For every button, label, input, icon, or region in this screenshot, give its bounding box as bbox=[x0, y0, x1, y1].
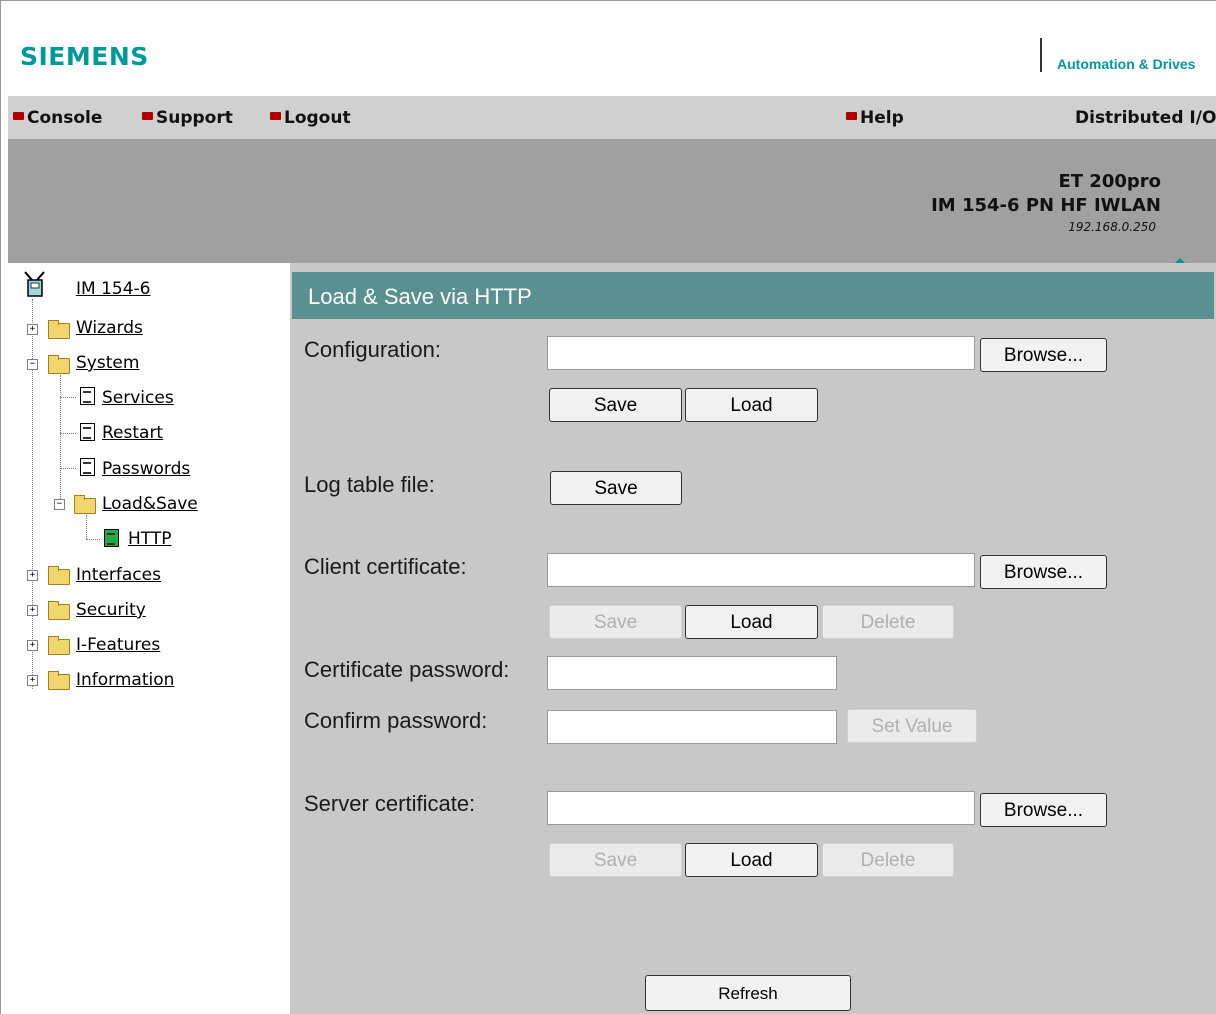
tree-item-root[interactable]: IM 154-6 bbox=[76, 279, 150, 303]
configuration-label: Configuration: bbox=[304, 337, 441, 362]
device-ip: 192.168.0.250 bbox=[1068, 220, 1156, 234]
bullet-icon bbox=[270, 112, 281, 120]
expand-icon[interactable]: + bbox=[27, 570, 38, 581]
menu-section-title: Distributed I/O bbox=[1075, 108, 1216, 128]
server-certificate-save-button[interactable]: Save bbox=[549, 843, 682, 877]
tree-line bbox=[86, 539, 100, 540]
client-certificate-save-button[interactable]: Save bbox=[549, 605, 682, 639]
tree-line bbox=[60, 397, 76, 398]
menu-support[interactable]: Support bbox=[142, 108, 233, 128]
configuration-browse-button[interactable]: Browse... bbox=[980, 338, 1107, 372]
product-model: IM 154-6 PN HF IWLAN bbox=[931, 195, 1161, 216]
product-name: ET 200pro bbox=[1058, 171, 1161, 192]
tree-item-loadsave[interactable]: Load&Save bbox=[102, 494, 198, 518]
top-menu-bar: Console Support Logout Help Distributed … bbox=[8, 96, 1216, 139]
tree-item-services[interactable]: Services bbox=[102, 388, 174, 412]
tree-item-interfaces[interactable]: Interfaces bbox=[76, 565, 161, 589]
tree-line bbox=[32, 299, 33, 689]
expand-icon[interactable]: + bbox=[27, 324, 38, 335]
document-icon bbox=[80, 458, 95, 476]
client-certificate-file-input[interactable] bbox=[547, 553, 975, 587]
configuration-save-button[interactable]: Save bbox=[549, 388, 682, 422]
tree-item-http[interactable]: HTTP bbox=[128, 529, 172, 553]
document-selected-icon bbox=[104, 529, 119, 547]
content-panel: Load & Save via HTTP Configuration: Brow… bbox=[290, 263, 1216, 1014]
antenna-device-icon bbox=[24, 271, 45, 297]
confirm-password-input[interactable] bbox=[547, 710, 837, 744]
configuration-load-button[interactable]: Load bbox=[685, 388, 818, 422]
server-certificate-label: Server certificate: bbox=[304, 791, 476, 816]
folder-icon bbox=[48, 671, 70, 690]
server-certificate-file-input[interactable] bbox=[547, 791, 975, 825]
client-certificate-delete-button[interactable]: Delete bbox=[822, 605, 954, 639]
server-certificate-delete-button[interactable]: Delete bbox=[822, 843, 954, 877]
client-certificate-load-button[interactable]: Load bbox=[685, 605, 818, 639]
bullet-icon bbox=[142, 112, 153, 120]
header-divider bbox=[1040, 38, 1042, 72]
server-certificate-load-button[interactable]: Load bbox=[685, 843, 818, 877]
tree-item-passwords[interactable]: Passwords bbox=[102, 459, 190, 483]
menu-console[interactable]: Console bbox=[13, 108, 102, 128]
expand-icon[interactable]: + bbox=[27, 675, 38, 686]
tree-item-security[interactable]: Security bbox=[76, 600, 146, 624]
collapse-icon[interactable]: − bbox=[54, 499, 65, 510]
menu-logout[interactable]: Logout bbox=[270, 108, 351, 128]
document-icon bbox=[80, 423, 95, 441]
bullet-icon bbox=[846, 112, 857, 120]
expand-icon[interactable]: + bbox=[27, 605, 38, 616]
tree-line bbox=[86, 515, 87, 539]
client-certificate-label: Client certificate: bbox=[304, 554, 467, 579]
certificate-password-input[interactable] bbox=[547, 656, 837, 690]
siemens-logo: SIEMENS bbox=[20, 42, 149, 71]
open-folder-icon bbox=[48, 355, 70, 374]
set-value-button[interactable]: Set Value bbox=[847, 709, 977, 743]
log-table-label: Log table file: bbox=[304, 472, 435, 497]
bullet-icon bbox=[13, 112, 24, 120]
page-title: Load & Save via HTTP bbox=[308, 284, 532, 309]
tree-line bbox=[60, 375, 61, 501]
tree-item-ifeatures[interactable]: I-Features bbox=[76, 635, 160, 659]
certificate-password-label: Certificate password: bbox=[304, 657, 510, 682]
folder-icon bbox=[48, 636, 70, 655]
navigation-tree: IM 154-6 + Wizards − System Services Res… bbox=[8, 263, 290, 1014]
menu-help[interactable]: Help bbox=[846, 108, 904, 128]
refresh-button[interactable]: Refresh bbox=[645, 975, 851, 1011]
tree-item-system[interactable]: System bbox=[76, 353, 139, 377]
configuration-file-input[interactable] bbox=[547, 336, 975, 370]
tree-item-information[interactable]: Information bbox=[76, 670, 174, 694]
server-certificate-browse-button[interactable]: Browse... bbox=[980, 793, 1107, 827]
confirm-password-label: Confirm password: bbox=[304, 708, 488, 733]
tree-item-restart[interactable]: Restart bbox=[102, 423, 163, 447]
client-certificate-browse-button[interactable]: Browse... bbox=[980, 555, 1107, 589]
device-header: ET 200pro IM 154-6 PN HF IWLAN 192.168.0… bbox=[8, 139, 1216, 264]
tree-line bbox=[60, 433, 76, 434]
brand-text: Automation & Drives bbox=[1057, 56, 1196, 72]
document-icon bbox=[80, 387, 95, 405]
log-table-save-button[interactable]: Save bbox=[550, 471, 682, 505]
expand-icon[interactable]: + bbox=[27, 640, 38, 651]
folder-icon bbox=[48, 601, 70, 620]
tree-item-wizards[interactable]: Wizards bbox=[76, 318, 143, 342]
folder-icon bbox=[48, 566, 70, 585]
window-frame-top bbox=[0, 0, 1216, 9]
page-title-bar: Load & Save via HTTP bbox=[292, 272, 1214, 319]
folder-icon bbox=[48, 320, 70, 339]
open-folder-icon bbox=[74, 495, 96, 514]
tree-line bbox=[60, 468, 76, 469]
collapse-icon[interactable]: − bbox=[27, 359, 38, 370]
